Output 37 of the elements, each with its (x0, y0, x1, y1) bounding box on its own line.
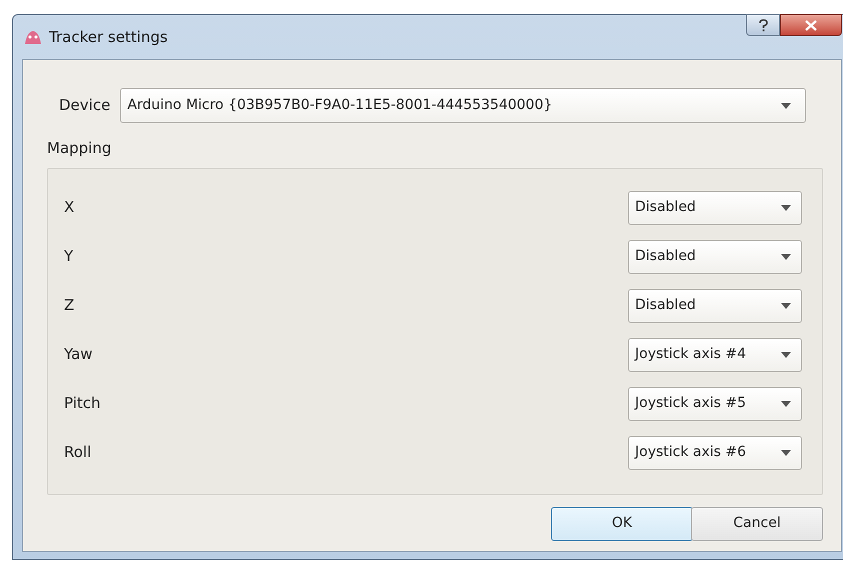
dropdown-arrow-icon (781, 254, 791, 260)
help-button[interactable] (746, 14, 780, 36)
mapping-label: Mapping (47, 138, 112, 159)
mapping-dropdown[interactable]: Joystick axis #5 (628, 386, 802, 420)
dropdown-arrow-icon (781, 450, 791, 456)
axis-label: Y (64, 246, 74, 268)
close-button[interactable] (780, 14, 842, 36)
app-icon (23, 28, 43, 46)
mapping-dropdown[interactable]: Disabled (628, 240, 802, 274)
axis-label: X (64, 197, 74, 218)
mapping-dropdown[interactable]: Disabled (628, 288, 802, 322)
axis-label: Yaw (64, 344, 93, 366)
mapping-dropdown[interactable]: Joystick axis #6 (628, 436, 802, 470)
help-icon (758, 18, 768, 32)
dropdown-arrow-icon (781, 102, 792, 108)
dropdown-value: Disabled (635, 198, 696, 217)
dialog-button[interactable]: OK (551, 506, 693, 540)
mapping-dropdown[interactable]: Disabled (628, 190, 802, 224)
mapping-dropdown[interactable]: Joystick axis #4 (628, 338, 802, 372)
axis-label: Roll (64, 442, 92, 464)
close-icon (805, 20, 817, 30)
dropdown-arrow-icon (781, 400, 791, 406)
dropdown-arrow-icon (781, 204, 791, 210)
axis-label: Z (64, 295, 74, 316)
dropdown-value: Joystick axis #6 (635, 443, 746, 462)
dropdown-arrow-icon (781, 302, 791, 308)
dropdown-value: Joystick axis #5 (635, 394, 746, 413)
dropdown-value: Disabled (635, 247, 696, 266)
dialog-button[interactable]: Cancel (691, 506, 823, 540)
device-label: Device (59, 95, 110, 116)
axis-label: Pitch (64, 393, 101, 414)
device-dropdown[interactable]: Arduino Micro {03B957B0-F9A0-11E5-8001-444553540000} (120, 88, 806, 123)
window-title: Tracker settings (49, 26, 168, 48)
dropdown-arrow-icon (781, 352, 791, 358)
device-value: Arduino Micro {03B957B0-F9A0-11E5-8001-444553540000} (127, 96, 552, 115)
dropdown-value: Disabled (635, 296, 696, 315)
dropdown-value: Joystick axis #4 (635, 345, 746, 364)
